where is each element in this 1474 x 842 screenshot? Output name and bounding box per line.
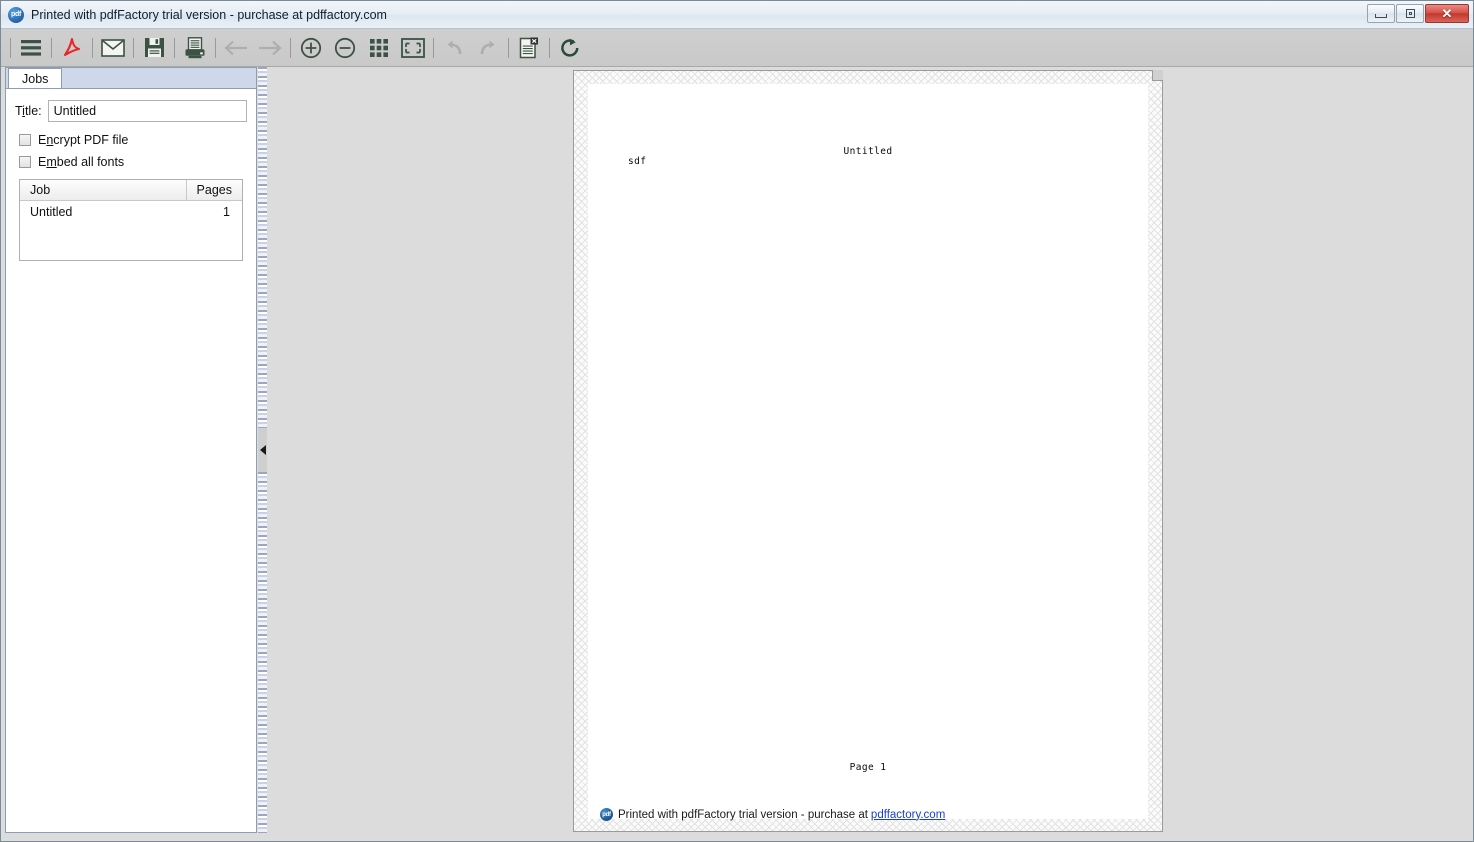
cell-pages: 1: [223, 204, 230, 219]
thumbnail-grid-icon: [370, 38, 388, 57]
redo-icon: [480, 40, 495, 54]
tab-jobs[interactable]: Jobs: [8, 68, 63, 89]
toolbar-separator: [433, 37, 434, 58]
window-controls: ✕: [1367, 4, 1469, 23]
table-row[interactable]: Untitled 1: [20, 201, 242, 222]
main-body: Jobs Title: Encrypt PDF file Embed all f…: [1, 67, 1473, 841]
next-page-button[interactable]: [253, 31, 287, 65]
encrypt-pdf-checkbox-row[interactable]: Encrypt PDF file: [19, 133, 128, 147]
undo-icon: [447, 40, 462, 54]
minimize-icon: [1375, 13, 1387, 18]
zoom-out-icon: [334, 37, 356, 58]
column-header-pages[interactable]: Pages: [186, 180, 242, 200]
zoom-in-icon: [300, 37, 322, 58]
document-footer-text: Printed with pdfFactory trial version - …: [618, 808, 868, 821]
title-input[interactable]: [47, 100, 247, 122]
toolbar-separator: [51, 37, 52, 58]
save-icon: [144, 38, 164, 57]
toolbar-separator: [290, 37, 291, 58]
job-table-header: Job Pages: [20, 180, 242, 201]
toolbar-separator: [549, 37, 550, 58]
title-bar: pdf Printed with pdfFactory trial versio…: [1, 1, 1473, 29]
chevron-left-icon: [259, 445, 266, 455]
document-page[interactable]: Untitled sdf Page 1 pdf Printed with pdf…: [588, 84, 1148, 821]
document-footer: pdf Printed with pdfFactory trial versio…: [600, 808, 945, 821]
embed-fonts-checkbox-row[interactable]: Embed all fonts: [19, 155, 124, 169]
redo-button[interactable]: [471, 31, 505, 65]
maximize-button[interactable]: [1396, 4, 1424, 23]
column-header-job[interactable]: Job: [20, 180, 186, 200]
toolbar-separator: [215, 37, 216, 58]
document-canvas[interactable]: Untitled sdf Page 1 pdf Printed with pdf…: [267, 67, 1473, 833]
panel-splitter[interactable]: [258, 67, 267, 833]
document-body-text: sdf: [628, 156, 647, 167]
toolbar-separator: [133, 37, 134, 58]
delete-page-button[interactable]: [512, 31, 546, 65]
refresh-icon: [561, 38, 579, 57]
tab-jobs-label: Jobs: [22, 71, 49, 86]
delete-page-icon: [519, 37, 538, 58]
tab-strip: Jobs: [5, 67, 257, 89]
close-button[interactable]: ✕: [1425, 4, 1469, 23]
toolbar-separator: [174, 37, 175, 58]
page-corner-fold-icon: [1152, 70, 1163, 81]
splitter-collapse-handle[interactable]: [258, 428, 267, 472]
menu-button[interactable]: [14, 31, 48, 65]
zoom-in-button[interactable]: [294, 31, 328, 65]
jobs-panel-surface: Title: Encrypt PDF file Embed all fonts …: [5, 88, 257, 833]
pdffactory-badge-icon: pdf: [600, 808, 613, 821]
fit-page-icon: [401, 37, 425, 58]
encrypt-pdf-label: Encrypt PDF file: [38, 133, 129, 147]
pdffactory-link[interactable]: pdffactory.com: [871, 809, 945, 821]
save-button[interactable]: [137, 31, 171, 65]
jobs-panel: Jobs Title: Encrypt PDF file Embed all f…: [5, 67, 257, 833]
cell-job: Untitled: [30, 204, 73, 219]
fit-page-button[interactable]: [396, 31, 430, 65]
page-frame: Untitled sdf Page 1 pdf Printed with pdf…: [573, 70, 1163, 832]
toolbar-separator: [508, 37, 509, 58]
previous-page-button[interactable]: [219, 31, 253, 65]
close-icon: ✕: [1441, 6, 1453, 21]
refresh-button[interactable]: [553, 31, 587, 65]
application-window: pdf Printed with pdfFactory trial versio…: [0, 0, 1474, 842]
print-button[interactable]: [178, 31, 212, 65]
document-page-number: Page 1: [849, 762, 887, 773]
title-row: Title:: [15, 100, 247, 122]
document-title-text: Untitled: [843, 146, 893, 157]
print-icon: [185, 36, 205, 58]
save-as-pdf-button[interactable]: [55, 31, 89, 65]
embed-fonts-checkbox[interactable]: [19, 156, 31, 168]
pdf-icon: [63, 37, 81, 56]
job-table[interactable]: Job Pages Untitled 1: [19, 179, 243, 261]
minimize-button[interactable]: [1367, 4, 1395, 23]
previous-page-icon: [224, 40, 247, 55]
thumbnails-button[interactable]: [362, 31, 396, 65]
undo-button[interactable]: [437, 31, 471, 65]
app-icon: pdf: [8, 6, 24, 23]
toolbar-separator: [10, 37, 11, 58]
embed-fonts-label: Embed all fonts: [38, 155, 125, 169]
zoom-out-button[interactable]: [328, 31, 362, 65]
menu-icon: [21, 39, 41, 56]
maximize-icon: [1405, 9, 1415, 18]
toolbar-separator: [92, 37, 93, 58]
toolbar: [1, 29, 1473, 67]
next-page-icon: [259, 40, 282, 55]
encrypt-pdf-checkbox[interactable]: [19, 134, 31, 146]
email-icon: [101, 38, 125, 57]
window-title: Printed with pdfFactory trial version - …: [31, 7, 387, 22]
title-label: Title:: [15, 104, 42, 118]
email-button[interactable]: [96, 31, 130, 65]
